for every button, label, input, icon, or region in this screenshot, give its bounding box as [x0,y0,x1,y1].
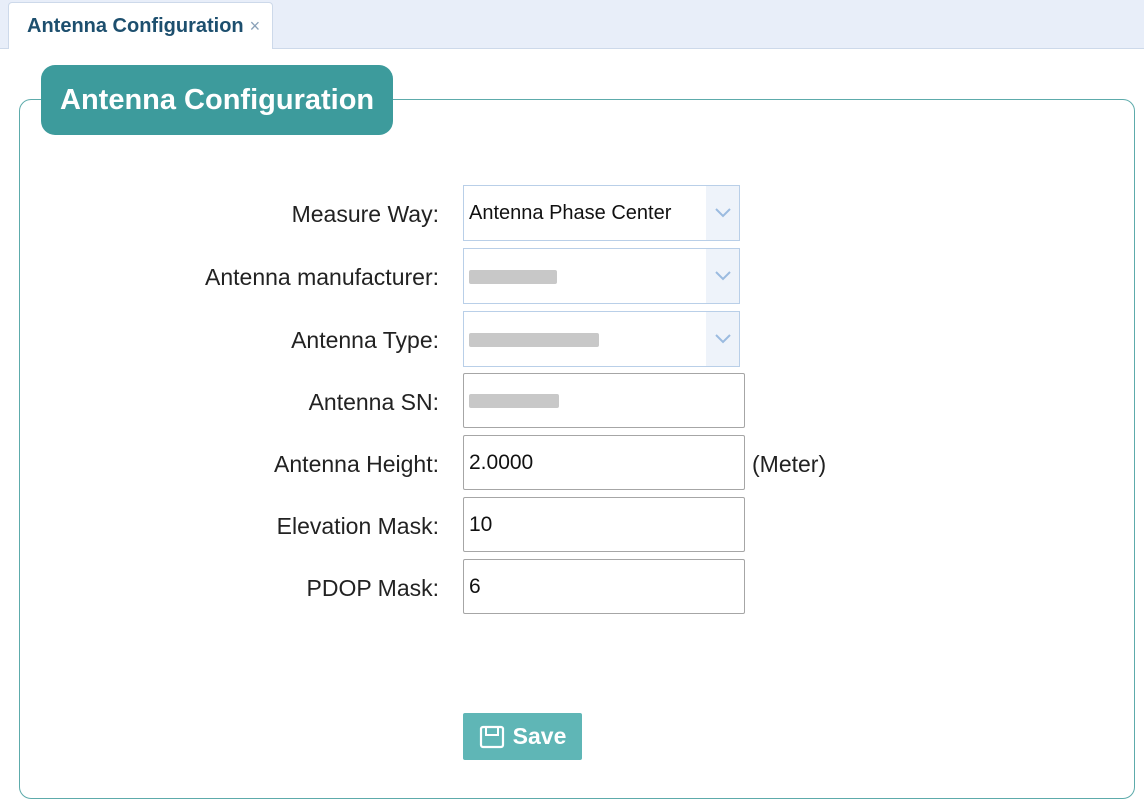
elevation-mask-input[interactable] [463,497,745,552]
tab-label: Antenna Configuration [27,14,244,37]
measure-way-label: Measure Way: [291,201,439,227]
panel-title: Antenna Configuration [41,65,394,135]
antenna-type-select[interactable] [463,311,740,367]
close-icon[interactable]: × [250,16,261,37]
antenna-height-input[interactable] [463,435,745,490]
tab-antenna-configuration[interactable]: Antenna Configuration × [8,2,274,49]
redacted-value [469,332,599,347]
antenna-type-value [469,312,599,366]
pdop-mask-label: PDOP Mask: [306,575,440,601]
chevron-down-icon[interactable] [706,312,739,366]
antenna-height-label: Antenna Height: [274,451,439,477]
chevron-down-icon[interactable] [706,249,739,303]
antenna-sn-input[interactable] [463,373,745,428]
save-label: Save [512,723,567,749]
manufacturer-label: Antenna manufacturer: [205,264,439,290]
measure-way-value: Antenna Phase Center [469,202,672,224]
chevron-down-icon[interactable] [706,186,739,240]
antenna-height-unit: (Meter) [752,451,827,477]
pdop-mask-input[interactable] [463,559,745,614]
elevation-mask-label: Elevation Mask: [276,513,439,539]
antenna-sn-label: Antenna SN: [308,389,439,415]
manufacturer-value [469,249,557,303]
floppy-disk-icon [479,725,505,749]
save-button[interactable]: Save [463,713,582,760]
manufacturer-select[interactable] [463,248,740,304]
redacted-value [469,393,559,408]
antenna-type-label: Antenna Type: [291,327,439,353]
measure-way-select[interactable]: Antenna Phase Center [463,185,740,241]
redacted-value [469,269,557,284]
tab-bar: Antenna Configuration × [0,0,1144,49]
